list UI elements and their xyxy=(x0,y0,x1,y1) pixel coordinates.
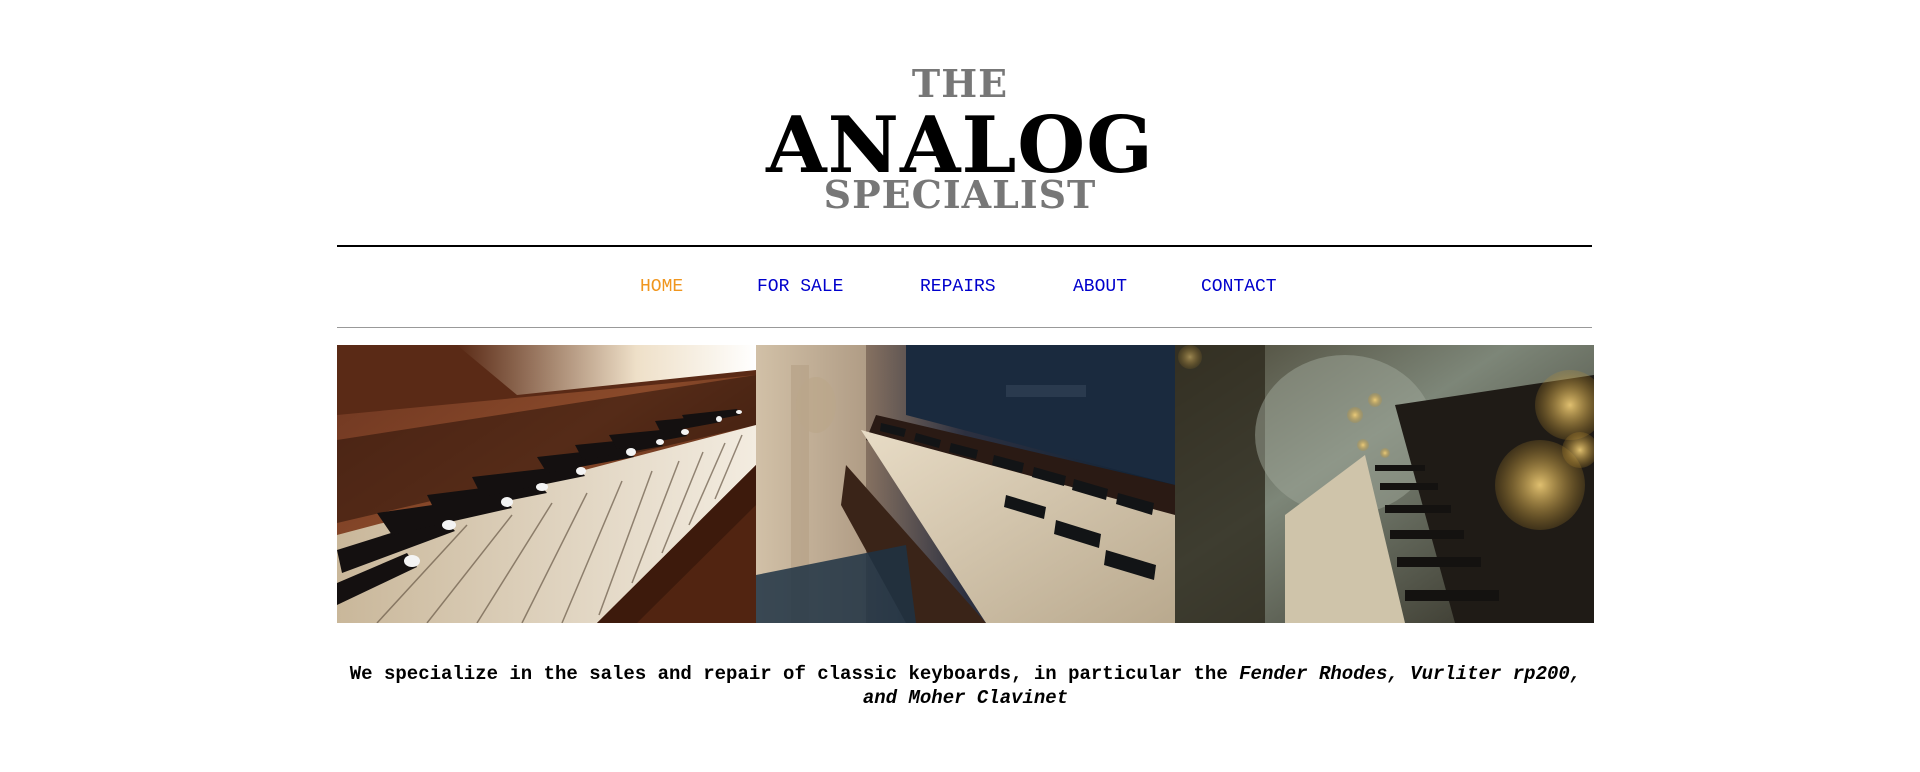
main-nav: HOME FOR SALE REPAIRS ABOUT CONTACT xyxy=(0,275,1920,299)
nav-home-link[interactable]: HOME xyxy=(640,275,683,299)
nav-contact-link[interactable]: CONTACT xyxy=(1201,275,1277,299)
nav-for-sale-link[interactable]: FOR SALE xyxy=(757,275,843,299)
logo-specialist: SPECIALIST xyxy=(823,172,1097,217)
gallery-photo-2 xyxy=(756,345,1175,623)
gallery-photo-3 xyxy=(1175,345,1594,623)
header-divider-top xyxy=(337,245,1592,247)
page: THE ANALOG SPECIALIST HOME FOR SALE REPA… xyxy=(0,0,1920,772)
photo-gallery xyxy=(337,345,1594,623)
nav-repairs-link[interactable]: REPAIRS xyxy=(920,275,996,299)
tagline-text: We specialize in the sales and repair of… xyxy=(349,663,1240,685)
nav-about-link[interactable]: ABOUT xyxy=(1073,275,1127,299)
tagline: We specialize in the sales and repair of… xyxy=(337,662,1594,710)
gallery-photo-1 xyxy=(337,345,756,623)
header-divider-bottom xyxy=(337,327,1592,328)
